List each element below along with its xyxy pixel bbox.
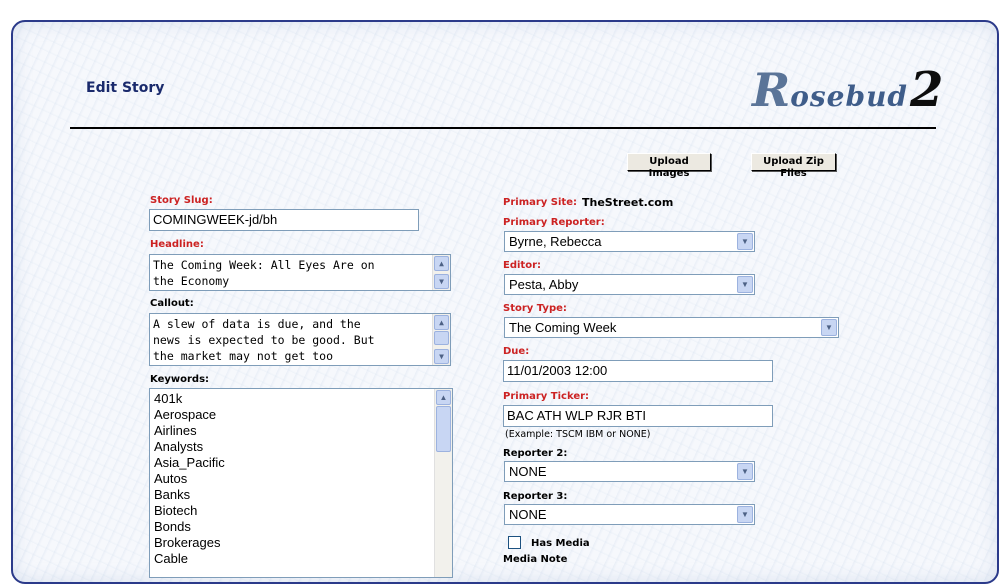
scroll-up-icon[interactable]: ▲ (434, 315, 449, 330)
reporter-3-select[interactable]: NONE ▼ (504, 504, 755, 525)
ticker-example-note: (Example: TSCM IBM or NONE) (505, 429, 651, 440)
story-type-value: The Coming Week (509, 320, 617, 335)
primary-site-label: Primary Site: (503, 197, 577, 208)
list-item[interactable]: Asia_Pacific (150, 455, 452, 471)
list-item[interactable]: Banks (150, 487, 452, 503)
story-type-select[interactable]: The Coming Week ▼ (504, 317, 839, 338)
list-item[interactable]: Brokerages (150, 535, 452, 551)
keywords-listbox[interactable]: 401k Aerospace Airlines Analysts Asia_Pa… (149, 388, 453, 578)
primary-reporter-label: Primary Reporter: (503, 217, 605, 228)
upload-zip-files-button[interactable]: Upload Zip Files (751, 153, 836, 179)
callout-label: Callout: (150, 298, 194, 309)
chevron-down-icon[interactable]: ▼ (821, 319, 837, 336)
reporter-3-label: Reporter 3: (503, 491, 568, 502)
story-slug-input[interactable]: COMINGWEEK-jd/bh (149, 209, 419, 231)
rosebud-logo: Rosebud2 (752, 62, 944, 118)
list-item[interactable]: Analysts (150, 439, 452, 455)
reporter-2-select[interactable]: NONE ▼ (504, 461, 755, 482)
list-item[interactable]: Cable (150, 551, 452, 567)
scroll-thumb[interactable] (434, 331, 449, 345)
list-item[interactable]: Autos (150, 471, 452, 487)
primary-ticker-label: Primary Ticker: (503, 391, 590, 402)
scroll-down-icon[interactable]: ▼ (434, 349, 449, 364)
scroll-up-icon[interactable]: ▲ (434, 256, 449, 271)
page-title: Edit Story (86, 80, 165, 96)
reporter-2-label: Reporter 2: (503, 448, 568, 459)
headline-text: The Coming Week: All Eyes Are on the Eco… (153, 258, 375, 288)
chevron-down-icon[interactable]: ▼ (737, 276, 753, 293)
chevron-down-icon[interactable]: ▼ (737, 233, 753, 250)
list-item[interactable]: Airlines (150, 423, 452, 439)
primary-reporter-value: Byrne, Rebecca (509, 234, 602, 249)
list-item[interactable]: Biotech (150, 503, 452, 519)
scroll-up-icon[interactable]: ▲ (436, 390, 451, 405)
headline-scrollbar[interactable]: ▲ ▼ (432, 255, 450, 290)
headline-textarea[interactable]: The Coming Week: All Eyes Are on the Eco… (149, 254, 451, 291)
callout-text: A slew of data is due, and the news is e… (153, 317, 375, 363)
keywords-scrollbar[interactable]: ▲ (434, 389, 452, 577)
list-item[interactable]: Bonds (150, 519, 452, 535)
chevron-down-icon[interactable]: ▼ (737, 463, 753, 480)
scroll-down-icon[interactable]: ▼ (434, 274, 449, 289)
chevron-down-icon[interactable]: ▼ (737, 506, 753, 523)
has-media-label: Has Media (531, 538, 590, 549)
story-slug-label: Story Slug: (150, 195, 213, 206)
scroll-thumb[interactable] (436, 406, 451, 452)
has-media-checkbox[interactable] (508, 536, 521, 549)
reporter-2-value: NONE (509, 464, 547, 479)
list-item[interactable]: Aerospace (150, 407, 452, 423)
list-item[interactable]: 401k (150, 391, 452, 407)
primary-ticker-input[interactable]: BAC ATH WLP RJR BTI (503, 405, 773, 427)
story-type-label: Story Type: (503, 303, 567, 314)
media-note-label: Media Note (503, 554, 568, 565)
callout-textarea[interactable]: A slew of data is due, and the news is e… (149, 313, 451, 366)
reporter-3-value: NONE (509, 507, 547, 522)
editor-value: Pesta, Abby (509, 277, 579, 292)
due-label: Due: (503, 346, 530, 357)
due-input[interactable]: 11/01/2003 12:00 (503, 360, 773, 382)
callout-scrollbar[interactable]: ▲ ▼ (432, 314, 450, 365)
primary-site-value: TheStreet.com (582, 196, 674, 209)
editor-select[interactable]: Pesta, Abby ▼ (504, 274, 755, 295)
upload-images-button[interactable]: Upload Images (627, 153, 711, 179)
editor-label: Editor: (503, 260, 541, 271)
headline-label: Headline: (150, 239, 204, 250)
primary-reporter-select[interactable]: Byrne, Rebecca ▼ (504, 231, 755, 252)
header-divider (70, 127, 936, 129)
keywords-label: Keywords: (150, 374, 210, 385)
